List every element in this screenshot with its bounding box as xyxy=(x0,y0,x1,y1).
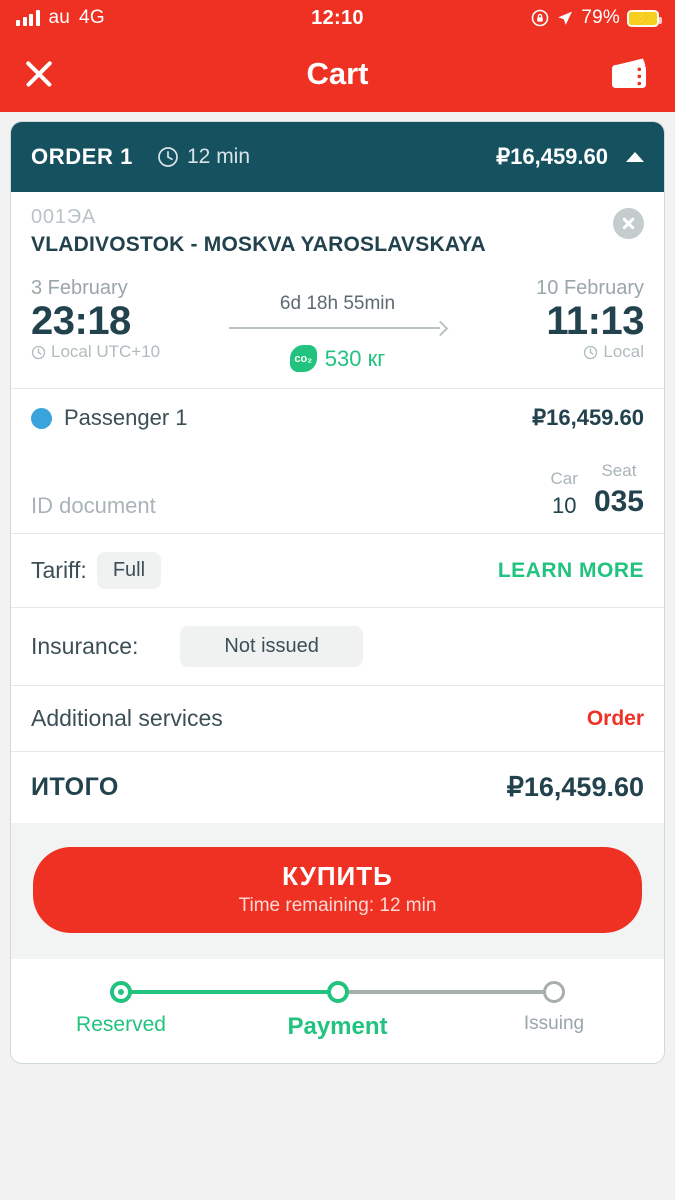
clock-icon xyxy=(584,345,598,359)
train-number: 001ЭА xyxy=(31,206,97,228)
car-value: 10 xyxy=(551,493,577,518)
page-title: Cart xyxy=(306,56,369,91)
clock-icon xyxy=(31,345,46,359)
clock-icon xyxy=(158,147,178,167)
departure-timezone: Local UTC+10 xyxy=(31,342,211,362)
passenger-name: Passenger 1 xyxy=(64,405,188,430)
buy-button-label: КУПИТЬ xyxy=(282,861,393,891)
car-label: Car xyxy=(550,469,578,488)
learn-more-link[interactable]: LEARN MORE xyxy=(498,559,644,583)
total-value: ₽16,459.60 xyxy=(506,772,644,802)
remove-trip-button[interactable] xyxy=(613,208,644,239)
direction-arrow-icon xyxy=(229,321,446,335)
nav-bar: Cart xyxy=(0,36,675,112)
stepper-label-payment: Payment xyxy=(287,1013,388,1040)
duration-block: 6d 18h 55min co₂ 530 кг xyxy=(211,277,464,372)
co2-value: 530 кг xyxy=(324,345,386,371)
progress-stepper: Reserved Payment Issuing xyxy=(11,959,664,1063)
departure-time: 23:18 xyxy=(31,299,131,343)
tariff-value-chip[interactable]: Full xyxy=(96,552,162,589)
additional-services-row: Additional services Order xyxy=(11,685,664,751)
stepper-label-issuing: Issuing xyxy=(523,1013,585,1034)
order-label: ORDER 1 xyxy=(31,144,133,169)
stepper-labels: Reserved Payment Issuing xyxy=(76,1013,584,1043)
arrival-timezone: Local xyxy=(464,342,644,362)
passenger-price: ₽16,459.60 xyxy=(532,405,644,430)
tariff-label: Tariff: xyxy=(31,557,87,583)
seat-label: Seat xyxy=(601,461,637,480)
order-services-link[interactable]: Order xyxy=(587,707,644,731)
order-timer: 12 min xyxy=(157,145,250,169)
seat-block: Car 10 Seat 035 xyxy=(551,461,644,519)
arrival-time: 11:13 xyxy=(546,299,644,343)
departure-timezone-label: Local UTC+10 xyxy=(51,342,161,361)
stepper-track xyxy=(110,981,565,1003)
total-label: ИТОГО xyxy=(31,773,119,801)
stepper-label-reserved: Reserved xyxy=(76,1013,166,1036)
duration-label: 6d 18h 55min xyxy=(279,293,396,314)
stepper-node-reserved[interactable] xyxy=(110,981,132,1003)
order-price: ₽16,459.60 xyxy=(496,144,608,169)
car-cell: Car 10 xyxy=(551,469,578,519)
leaf-icon: co₂ xyxy=(289,345,317,372)
stepper-node-payment[interactable] xyxy=(326,981,349,1003)
arrival-timezone-label: Local xyxy=(603,342,644,361)
insurance-value-chip[interactable]: Not issued xyxy=(180,626,363,667)
passenger-row[interactable]: Passenger 1 ₽16,459.60 ID document Car 1… xyxy=(11,388,664,533)
total-row: ИТОГО ₽16,459.60 xyxy=(11,751,664,823)
departure-block: 3 February 23:18 Local UTC+10 xyxy=(31,277,211,362)
arrival-date: 10 February xyxy=(536,277,644,299)
buy-button[interactable]: КУПИТЬ Time remaining: 12 min xyxy=(33,847,642,933)
schedule-section: 3 February 23:18 Local UTC+10 6d 18h 55m… xyxy=(11,267,664,388)
co2-block: co₂ 530 кг xyxy=(211,345,464,372)
close-icon[interactable] xyxy=(22,57,56,91)
route-name: VLADIVOSTOK - MOSKVA YAROSLAVSKAYA xyxy=(31,233,486,256)
passenger-status-dot-icon xyxy=(31,407,52,429)
status-bar-clock: 12:10 xyxy=(311,6,364,29)
id-document-field[interactable]: ID document xyxy=(31,493,156,519)
insurance-label: Insurance: xyxy=(31,633,139,659)
seat-cell: Seat 035 xyxy=(594,461,644,519)
order-header[interactable]: ORDER 1 12 min ₽16,459.60 xyxy=(11,122,664,192)
seat-value: 035 xyxy=(593,485,644,518)
battery-charging-icon: ⚡ xyxy=(627,9,662,27)
insurance-row: Insurance: Not issued xyxy=(11,607,664,685)
buy-section: КУПИТЬ Time remaining: 12 min xyxy=(11,823,664,959)
stepper-bar-completed xyxy=(121,990,338,994)
chevron-up-icon[interactable] xyxy=(626,152,644,162)
route-section: 001ЭА VLADIVOSTOK - MOSKVA YAROSLAVSKAYA xyxy=(11,192,664,267)
additional-services-label: Additional services xyxy=(31,705,223,731)
arrival-block: 10 February 11:13 Local xyxy=(464,277,644,362)
status-bar: au 4G 12:10 79% ⚡ xyxy=(0,0,675,36)
order-card: ORDER 1 12 min ₽16,459.60 001ЭА VLADIVOS… xyxy=(10,121,665,1064)
tariff-row: Tariff: Full LEARN MORE xyxy=(11,533,664,607)
departure-date: 3 February xyxy=(31,277,128,299)
passenger-details: ID document Car 10 Seat 035 xyxy=(31,461,644,519)
order-timer-label: 12 min xyxy=(187,145,251,168)
stepper-node-issuing[interactable] xyxy=(543,981,565,1003)
buy-button-timer: Time remaining: 12 min xyxy=(238,895,437,916)
wallet-icon[interactable] xyxy=(607,56,653,92)
passenger-header: Passenger 1 ₽16,459.60 xyxy=(31,405,644,431)
